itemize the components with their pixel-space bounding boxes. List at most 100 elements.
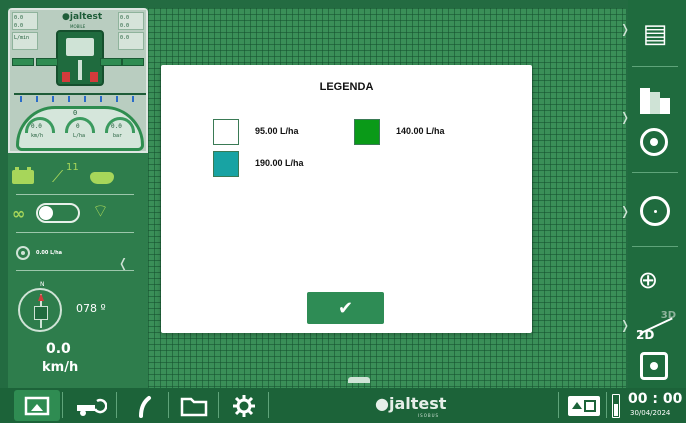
readout-unit: L/min [14,35,30,41]
nozzle-icon [68,96,70,102]
divider [62,392,63,418]
compass-needle-tip [38,293,44,301]
steering-chevron-icon[interactable]: ❭ [620,204,630,218]
divider [16,232,134,233]
readout-value: 0.0 [14,23,24,29]
center-position-icon[interactable] [640,128,668,156]
boom-line [14,93,146,95]
fields-menu-icon[interactable]: ▤ [630,14,680,54]
nozzle-icon [36,96,38,102]
ok-button[interactable]: ✔ [307,292,384,324]
divider [606,392,607,418]
implement-icon [77,398,107,416]
legend-dialog: LEGENDA 95.00 L/ha 140.00 L/ha 190.00 L/… [161,65,532,333]
legend-label: 140.00 L/ha [396,126,445,136]
legend-title: LEGENDA [319,81,374,93]
corner-readout-tr: 0.0 0.0 [118,12,144,30]
steering-wheel-icon[interactable] [640,196,670,226]
compass-north: N [40,281,45,288]
satellite-count: 11 [66,162,79,173]
rate-gauge-value: 0 [76,123,80,130]
target-rate-text: 0.00 L/ha [36,250,63,256]
nozzle-icon [116,96,118,102]
clock-date: 30/04/2024 [630,409,671,417]
corner-readout-ml: L/min [12,32,38,50]
settings-button[interactable] [224,390,264,421]
brand-name: jaltest [69,12,103,22]
bottom-drawer-handle[interactable] [348,377,370,383]
nozzle-icon [52,96,54,102]
corner-readout-mr: 0.0 [118,32,144,50]
light-right [90,72,98,82]
rate-gauge-icon [65,117,95,133]
wifi-icon: ⌔ [92,201,109,222]
speed-value: 0.0 [46,341,71,357]
tank-center [78,60,82,80]
guidance-line-icon [139,395,151,418]
brand-name: jaltest [388,394,447,413]
device-battery-icon [612,394,620,418]
speed-gauge-value: 0.0 [31,123,42,130]
nozzle-icon [132,96,134,102]
left-panel-chevron-icon[interactable]: ❬ [118,256,128,270]
serial-connector-icon [90,172,114,184]
guidance-button[interactable] [124,390,164,421]
checkmark-icon: ✔ [337,297,354,319]
compass-icon: N [18,281,62,332]
implement-button[interactable] [68,390,112,421]
machine-status-panel[interactable]: 0.0 0.0 L/min 0.0 0.0 0.0 ●jaltest MOBIL… [8,8,148,153]
machine-brand-logo: ●jaltest [62,12,103,22]
menu-chevron-icon[interactable]: ❭ [620,22,630,36]
divider [632,66,678,67]
connection-toggle[interactable] [36,203,80,223]
divider [268,392,269,418]
section-pill [100,58,122,66]
bottom-brand-logo: ●jaltest [375,394,447,413]
mode-2d-label: 2D [636,328,655,342]
files-button[interactable] [174,390,214,421]
view-mode-icon[interactable]: 3D 2D [634,310,678,342]
divider [116,392,117,418]
folder-icon [180,397,208,416]
divider [632,246,678,247]
focus-icon[interactable] [640,352,668,380]
rate-gauge-unit: L/ha [73,133,86,139]
brand-sub: ISOBUS [418,413,440,418]
map-view-icon [24,396,50,415]
speed-unit: km/h [42,360,79,375]
divider [16,194,134,195]
legend-swatch [213,119,239,145]
readout-value: 0.0 [120,35,130,41]
zoom-in-icon[interactable]: ⊕ [638,266,658,294]
map-view-button[interactable] [14,390,60,421]
layers-chevron-icon[interactable]: ❭ [620,110,630,124]
divider [16,270,134,271]
vehicle-marker [34,306,48,320]
divider [168,392,169,418]
view-chevron-icon[interactable]: ❭ [620,318,630,332]
divider [218,392,219,418]
nozzle-icon [20,96,22,102]
boom-diagram [14,88,146,102]
clock-time: 00 : 00 [628,391,683,407]
gauge-cluster: 0 0.0 0 0.0 km/h L/ha bar [16,106,144,151]
map-layers-icon[interactable] [640,88,670,114]
tank-window [66,38,94,56]
readout-value: 0.0 [14,15,24,21]
section-pill [36,58,58,66]
divider [632,172,678,173]
divider [558,392,559,418]
pressure-gauge-unit: bar [113,133,123,139]
speed-gauge-unit: km/h [31,133,44,139]
top-gauge-value: 0 [73,109,78,117]
gear-icon [233,394,255,417]
battery-icon [12,167,34,184]
machine-diagram: 0.0 0.0 L/min 0.0 0.0 0.0 ●jaltest MOBIL… [10,10,146,151]
readout-value: 0.0 [120,15,130,21]
brand-sub: MOBILE [70,24,86,29]
toggle-knob [39,206,53,220]
screen-layout-icon[interactable] [568,396,600,416]
nozzle-icon [84,96,86,102]
legend-swatch [354,119,380,145]
link-icon: ∞ [12,204,26,223]
